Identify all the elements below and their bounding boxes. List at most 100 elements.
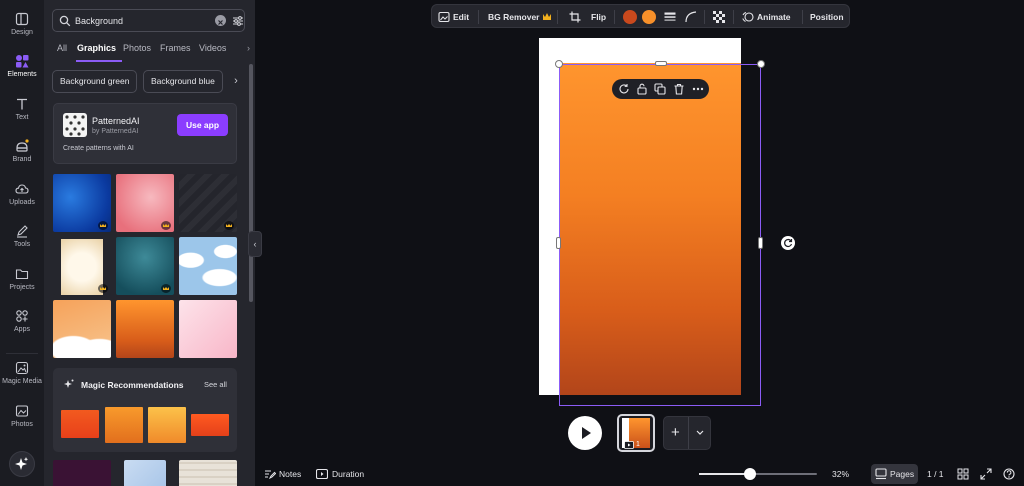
tab-frames[interactable]: Frames	[160, 43, 191, 53]
tab-all[interactable]: All	[57, 43, 67, 53]
recommendation-thumbnail[interactable]	[148, 407, 186, 443]
brand-icon	[16, 139, 29, 152]
rail-item-brand[interactable]: Brand	[0, 139, 44, 163]
pages-button[interactable]: Pages	[871, 464, 918, 484]
filter-icon[interactable]	[232, 15, 244, 27]
graphic-thumbnail[interactable]	[179, 174, 237, 232]
notes-button[interactable]: Notes	[279, 462, 301, 486]
rail-item-projects[interactable]: Projects	[0, 267, 44, 291]
rotate-icon[interactable]	[781, 236, 795, 250]
play-button[interactable]	[568, 416, 602, 450]
zoom-slider[interactable]	[699, 473, 817, 475]
graphic-thumbnail[interactable]	[179, 300, 237, 358]
resize-handle[interactable]	[555, 60, 563, 68]
resize-handle[interactable]	[758, 237, 763, 249]
color-swatch[interactable]	[623, 10, 637, 24]
zoom-level[interactable]: 32%	[832, 462, 849, 486]
line-weight-icon[interactable]	[664, 11, 676, 23]
premium-crown-icon	[98, 284, 108, 293]
trash-icon[interactable]	[673, 83, 685, 95]
graphic-thumbnail[interactable]	[179, 460, 237, 486]
crop-icon[interactable]	[569, 11, 581, 23]
rail-item-photos[interactable]: Photos	[0, 404, 44, 428]
rail-item-uploads[interactable]: Uploads	[0, 182, 44, 206]
recommendation-thumbnail[interactable]	[191, 414, 229, 436]
resize-handle[interactable]	[655, 61, 667, 66]
grid-view-icon[interactable]	[957, 468, 969, 480]
position-button[interactable]: Position	[810, 5, 844, 29]
recommendation-thumbnail[interactable]	[61, 410, 99, 438]
tab-videos[interactable]: Videos	[199, 43, 226, 53]
use-app-button[interactable]: Use app	[177, 114, 228, 136]
chevron-right-icon[interactable]: ›	[228, 70, 244, 93]
plus-icon: +	[671, 424, 680, 441]
graphic-thumbnail[interactable]	[53, 460, 111, 486]
graphic-thumbnail[interactable]	[53, 174, 111, 232]
suggestion-chip[interactable]: Background green	[52, 70, 138, 93]
search-input[interactable]	[75, 13, 195, 28]
button-divider	[688, 417, 689, 449]
rail-item-text[interactable]: Text	[0, 97, 44, 121]
selection-box	[559, 64, 761, 406]
tab-photos[interactable]: Photos	[123, 43, 151, 53]
recommendation-thumbnail[interactable]	[105, 407, 143, 443]
flip-button[interactable]: Flip	[591, 5, 606, 29]
resize-handle[interactable]	[556, 237, 561, 249]
category-tabs: All Graphics Photos Frames Videos ›	[57, 43, 250, 62]
app-name: PatternedAI	[92, 116, 140, 126]
duplicate-icon[interactable]	[654, 83, 666, 95]
collapse-panel-button[interactable]: ‹	[248, 231, 262, 257]
left-rail: Design Elements Text Brand Uploads Tools…	[0, 0, 44, 486]
see-all-link[interactable]: See all	[204, 380, 227, 389]
add-page-button[interactable]: +	[663, 416, 711, 450]
graphic-thumbnail[interactable]	[124, 460, 166, 486]
rail-item-apps[interactable]: Apps	[0, 309, 44, 333]
animate-button[interactable]: Animate	[757, 5, 791, 29]
suggestion-chip[interactable]: Background blue	[143, 70, 223, 93]
lock-icon[interactable]	[636, 83, 648, 95]
sparkle-icon	[15, 457, 29, 470]
rail-label: Projects	[9, 284, 35, 291]
rail-label: Design	[11, 29, 33, 36]
chevron-down-icon[interactable]	[695, 426, 705, 440]
refresh-icon[interactable]	[618, 83, 630, 95]
clear-search-icon[interactable]	[215, 15, 226, 26]
more-options-icon[interactable]	[692, 83, 704, 95]
graphic-thumbnail[interactable]	[53, 300, 111, 358]
premium-crown-icon	[543, 13, 551, 20]
toolbar-divider	[614, 10, 615, 24]
premium-crown-icon	[161, 221, 171, 230]
page-thumbnail[interactable]: 1	[617, 414, 655, 452]
rail-item-magic-media[interactable]: Magic Media	[0, 361, 44, 385]
resize-handle[interactable]	[757, 60, 765, 68]
cloud-upload-icon	[15, 184, 29, 194]
corner-rounding-icon[interactable]	[685, 11, 697, 23]
apps-icon	[16, 310, 28, 322]
rail-item-tools[interactable]: Tools	[0, 224, 44, 248]
premium-crown-icon	[98, 221, 108, 230]
magic-assistant-button[interactable]	[9, 451, 35, 477]
graphic-thumbnail[interactable]	[116, 300, 174, 358]
panel-scrollbar[interactable]	[249, 64, 253, 302]
rail-item-elements[interactable]: Elements	[0, 54, 44, 78]
graphic-thumbnail[interactable]	[53, 237, 111, 295]
transparency-icon[interactable]	[713, 11, 725, 23]
graphic-thumbnail[interactable]	[116, 174, 174, 232]
zoom-slider-knob[interactable]	[744, 468, 756, 480]
magic-recommendations: Magic Recommendations See all	[53, 368, 237, 452]
help-icon[interactable]	[1003, 468, 1015, 480]
graphic-thumbnail[interactable]	[116, 237, 174, 295]
app-promo-card[interactable]: PatternedAI by PatternedAI Create patter…	[53, 103, 237, 164]
rail-label: Uploads	[9, 199, 35, 206]
page-counter: 1 / 1	[927, 469, 944, 479]
tab-graphics[interactable]: Graphics	[77, 43, 116, 53]
fullscreen-icon[interactable]	[980, 468, 992, 480]
graphic-thumbnail[interactable]	[179, 237, 237, 295]
duration-button[interactable]: Duration	[332, 462, 364, 486]
rail-label: Magic Media	[2, 378, 42, 385]
rail-item-design[interactable]: Design	[0, 12, 44, 36]
chevron-right-icon[interactable]: ›	[247, 43, 250, 53]
bg-remover-button[interactable]: BG Remover	[488, 5, 540, 29]
color-swatch[interactable]	[642, 10, 656, 24]
edit-button[interactable]: Edit	[453, 5, 469, 29]
